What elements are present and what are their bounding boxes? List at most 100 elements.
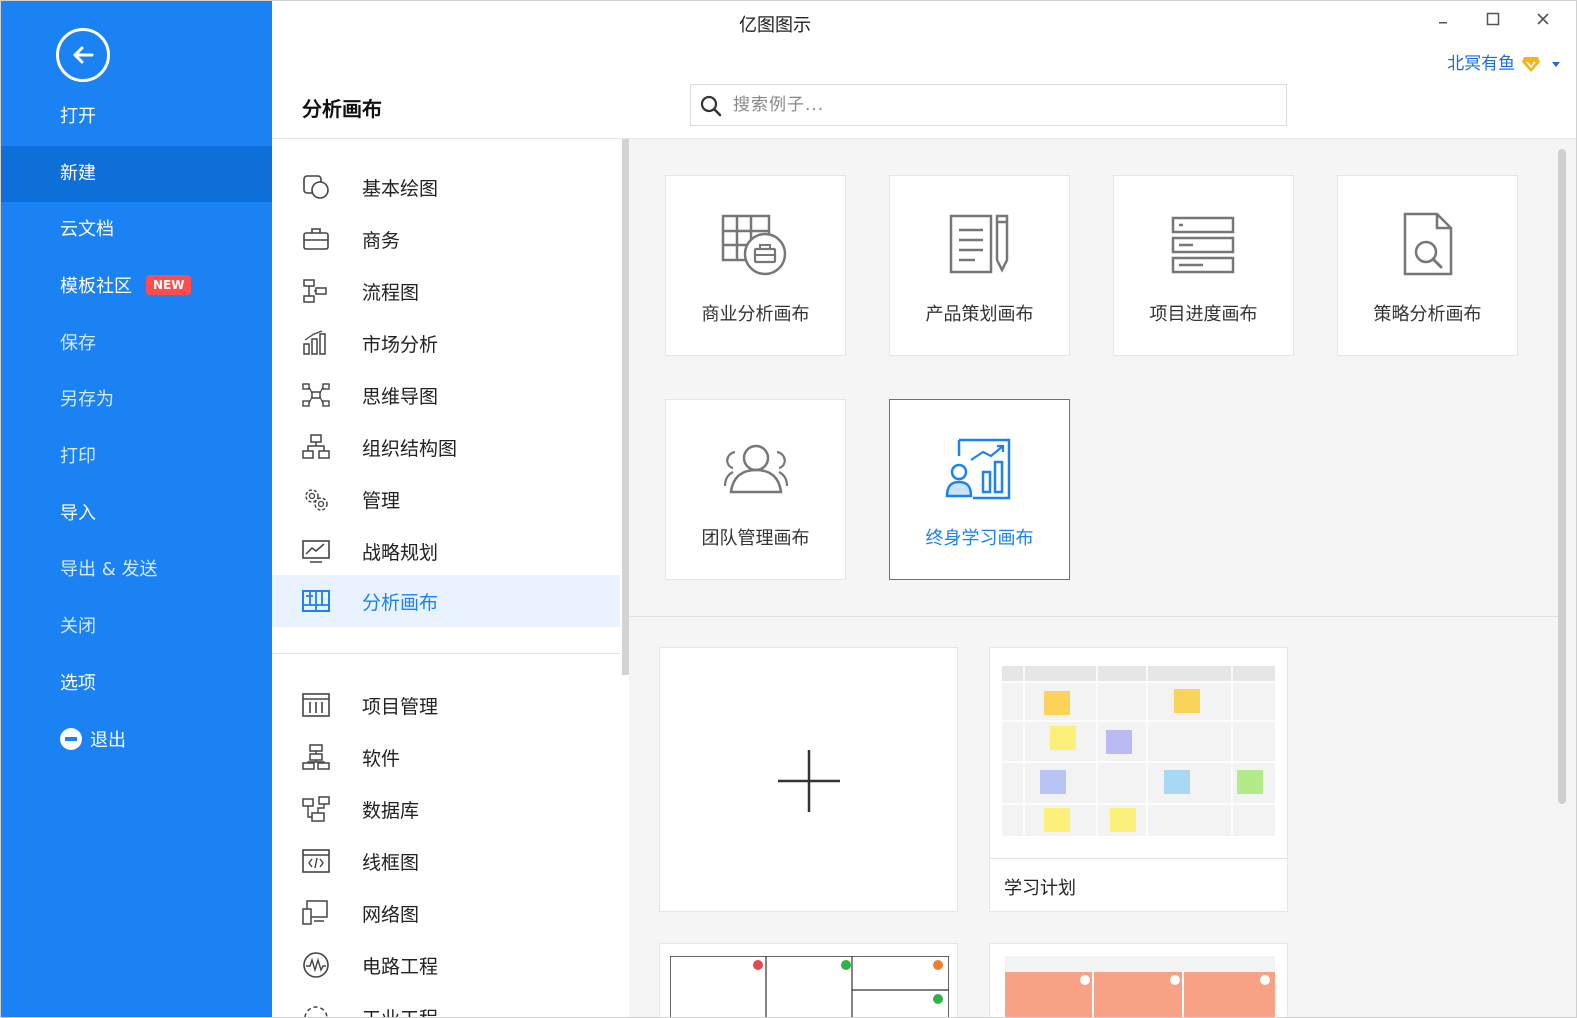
- bar-chart-icon: [303, 330, 326, 355]
- category-label: 战略规划: [362, 542, 439, 564]
- sidebar-item-options[interactable]: 选项: [1, 656, 272, 712]
- category-project-management[interactable]: 项目管理: [272, 679, 620, 731]
- sidebar-item-label: 退出: [90, 730, 126, 751]
- sidebar-item-label: 新建: [60, 163, 96, 184]
- category-business[interactable]: 商务: [272, 213, 620, 265]
- sidebar-item-cloud-docs[interactable]: 云文档: [1, 202, 272, 258]
- sidebar-item-label: 模板社区: [60, 276, 132, 297]
- category-market-analysis[interactable]: 市场分析: [272, 317, 620, 369]
- category-mind-map[interactable]: 思维导图: [272, 369, 620, 421]
- category-label: 组织结构图: [362, 438, 458, 460]
- category-label: 网络图: [362, 904, 420, 926]
- sidebar-item-label: 导入: [60, 503, 96, 524]
- sidebar-item-label: 保存: [60, 333, 96, 354]
- back-button[interactable]: [56, 28, 110, 82]
- maximize-button[interactable]: [1478, 7, 1508, 35]
- gears-icon: [305, 489, 328, 511]
- category-label: 项目管理: [362, 696, 439, 718]
- category-analysis-canvas[interactable]: 分析画布: [272, 575, 620, 627]
- subcategory-project-progress[interactable]: 项目进度画布: [1113, 175, 1294, 356]
- template-card[interactable]: 学习计划: [989, 647, 1288, 912]
- industry-icon: [304, 1006, 328, 1017]
- subcategory-team-management[interactable]: 团队管理画布: [665, 399, 846, 580]
- category-label: 数据库: [362, 800, 420, 822]
- card-divider: [990, 858, 1287, 859]
- template-gallery: 商业分析画布 产品策划画布 项目进度画布 策略分析画布 团队管理画布 终身学习画…: [629, 139, 1576, 1017]
- subcategory-product-plan[interactable]: 产品策划画布: [889, 175, 1070, 356]
- template-thumbnail: [1005, 956, 1275, 1017]
- category-label: 软件: [362, 748, 401, 770]
- category-scrollbar[interactable]: [622, 139, 629, 675]
- org-chart-icon: [302, 434, 330, 459]
- category-industrial[interactable]: 工业工程: [272, 991, 620, 1017]
- sidebar-item-label: 导出 & 发送: [60, 559, 158, 580]
- search-input[interactable]: [733, 91, 1273, 119]
- template-thumbnail: [670, 956, 949, 1017]
- user-menu[interactable]: 北冥有鱼: [1447, 49, 1560, 74]
- category-network[interactable]: 网络图: [272, 887, 620, 939]
- briefcase-icon: [303, 228, 329, 250]
- category-label: 分析画布: [362, 592, 439, 614]
- sidebar-item-label: 打开: [60, 106, 96, 127]
- category-label: 管理: [362, 490, 401, 512]
- backstage-sidebar: 打开 新建 云文档 模板社区 NEW 保存 另存为 打印 导入 导出 & 发送 关…: [1, 1, 272, 1017]
- sidebar-item-save-as[interactable]: 另存为: [1, 372, 272, 428]
- sidebar-item-exit[interactable]: 退出: [1, 713, 272, 769]
- sidebar-item-close[interactable]: 关闭: [1, 599, 272, 655]
- circuit-icon: [303, 952, 329, 978]
- sidebar-item-label: 打印: [60, 446, 96, 467]
- category-management[interactable]: 管理: [272, 473, 620, 525]
- project-icon: [302, 693, 330, 717]
- new-blank-card[interactable]: [659, 647, 958, 912]
- sidebar-item-new[interactable]: 新建: [1, 146, 272, 202]
- sidebar-item-template-community[interactable]: 模板社区 NEW: [1, 259, 272, 315]
- close-icon: [1537, 13, 1549, 25]
- category-strategy[interactable]: 战略规划: [272, 525, 620, 577]
- chevron-down-icon: [1552, 61, 1560, 67]
- category-org-chart[interactable]: 组织结构图: [272, 421, 620, 473]
- subcategory-lifelong-learning[interactable]: 终身学习画布: [889, 399, 1070, 580]
- category-label: 线框图: [362, 852, 420, 874]
- category-wireframe[interactable]: 线框图: [272, 835, 620, 887]
- sidebar-item-label: 云文档: [60, 219, 114, 240]
- search-box[interactable]: [690, 84, 1287, 126]
- category-label: 思维导图: [362, 386, 439, 408]
- monitor-chart-icon: [302, 540, 330, 563]
- canvas-grid-icon: [302, 590, 330, 612]
- template-title: 学习计划: [1004, 878, 1076, 899]
- category-basic-drawing[interactable]: 基本绘图: [272, 161, 620, 213]
- team-icon: [723, 444, 788, 494]
- sidebar-item-label: 选项: [60, 673, 96, 694]
- category-label: 工业工程: [362, 1004, 438, 1017]
- subcategory-label: 商业分析画布: [701, 304, 810, 325]
- database-icon: [302, 796, 330, 822]
- sidebar-item-export-send[interactable]: 导出 & 发送: [1, 542, 272, 598]
- subcategory-business-canvas[interactable]: 商业分析画布: [665, 175, 846, 356]
- subcategory-strategy-analysis[interactable]: 策略分析画布: [1337, 175, 1518, 356]
- subcategory-panel: 商业分析画布 产品策划画布 项目进度画布 策略分析画布 团队管理画布 终身学习画…: [629, 139, 1559, 617]
- template-card[interactable]: [989, 943, 1288, 1017]
- minimize-button[interactable]: [1428, 7, 1458, 35]
- category-list: 基本绘图 商务 流程图 市场分析 思维导图 组织结构图 管理 战略规划 分析画布…: [272, 139, 622, 1017]
- business-canvas-icon: [721, 214, 786, 276]
- template-card[interactable]: [659, 943, 958, 1017]
- sidebar-item-import[interactable]: 导入: [1, 486, 272, 542]
- category-circuit[interactable]: 电路工程: [272, 939, 620, 991]
- category-flowchart[interactable]: 流程图: [272, 265, 620, 317]
- category-label: 基本绘图: [362, 178, 439, 200]
- sidebar-item-save[interactable]: 保存: [1, 316, 272, 372]
- sidebar-item-open[interactable]: 打开: [1, 89, 272, 145]
- arrow-left-icon: [73, 46, 94, 64]
- category-software[interactable]: 软件: [272, 731, 620, 783]
- category-label: 电路工程: [362, 956, 439, 978]
- category-divider: [272, 653, 620, 654]
- exit-icon: [60, 728, 82, 750]
- close-button[interactable]: [1528, 7, 1558, 35]
- network-icon: [302, 900, 328, 925]
- category-database[interactable]: 数据库: [272, 783, 620, 835]
- category-label: 流程图: [362, 282, 420, 304]
- user-name: 北冥有鱼: [1447, 54, 1516, 74]
- shapes-icon: [303, 175, 329, 199]
- sidebar-item-print[interactable]: 打印: [1, 429, 272, 485]
- gallery-scrollbar[interactable]: [1558, 149, 1566, 804]
